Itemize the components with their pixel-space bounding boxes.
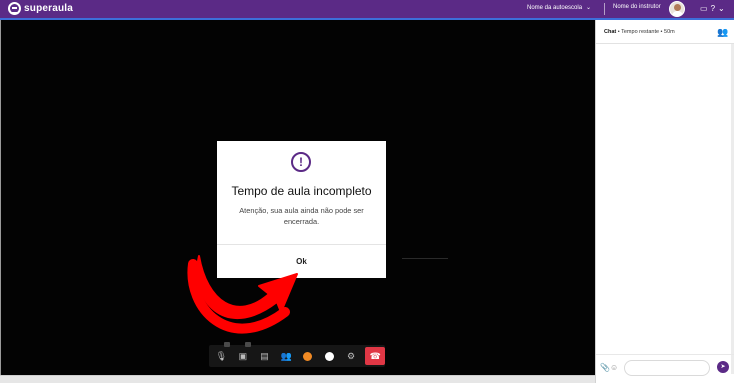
stage-divider xyxy=(402,258,448,259)
chat-footer: 📎 ☺ ➤ xyxy=(596,354,734,383)
settings-icon: ⚙ xyxy=(347,350,356,361)
chat-title-label: Chat xyxy=(604,29,617,35)
dialog-divider xyxy=(217,244,386,245)
attach-icon[interactable]: 📎 xyxy=(600,363,610,373)
record-icon xyxy=(324,351,334,361)
send-icon: ➤ xyxy=(720,364,726,370)
chevron-down-icon: ⌄ xyxy=(586,5,592,11)
top-icons: ▭ ? ⌄ xyxy=(700,3,725,15)
chat-time-remaining: • Tempo restante • 50m xyxy=(616,29,675,35)
topbar-divider xyxy=(604,3,605,15)
superaula-logo-icon xyxy=(8,2,21,15)
top-bar: superaula Nome da autoescola ⌄ Nome do i… xyxy=(0,0,734,20)
school-label: Nome da autoescola xyxy=(527,4,583,11)
annotation-arrow xyxy=(187,255,298,334)
dialog-message: Atenção, sua aula ainda não pode ser enc… xyxy=(239,206,364,226)
participants-icon[interactable]: 👥 xyxy=(717,27,729,37)
brand-name: superaula xyxy=(24,3,74,14)
chat-input[interactable] xyxy=(624,360,710,376)
settings-button[interactable]: ⚙ xyxy=(342,347,361,365)
brand-logo: superaula xyxy=(8,2,73,15)
chat-header: Chat • Tempo restante • 50m 👥 xyxy=(596,20,734,44)
chat-title: Chat • Tempo restante • 50m xyxy=(604,29,675,35)
screen-icon[interactable]: ▭ xyxy=(700,3,708,15)
dialog-title: Tempo de aula incompleto xyxy=(231,184,372,198)
chevron-down-icon[interactable]: ⌄ xyxy=(718,3,725,15)
hangup-icon: ☎ xyxy=(369,350,381,361)
left-edge xyxy=(0,20,1,383)
avatar[interactable] xyxy=(669,1,685,17)
school-selector[interactable]: Nome da autoescola ⌄ xyxy=(527,4,592,12)
bottom-strip xyxy=(0,375,595,383)
send-button[interactable]: ➤ xyxy=(717,361,729,373)
emoji-icon[interactable]: ☺ xyxy=(610,363,618,373)
instructor-name: Nome do instrutor xyxy=(613,4,661,10)
exclamation-icon: ! xyxy=(291,152,311,172)
help-icon[interactable]: ? xyxy=(711,3,715,15)
end-call-button[interactable]: ☎ xyxy=(365,347,385,365)
record-button[interactable] xyxy=(320,347,339,365)
app-root: superaula Nome da autoescola ⌄ Nome do i… xyxy=(0,0,734,383)
chat-panel: Chat • Tempo restante • 50m 👥 📎 ☺ ➤ xyxy=(595,20,734,383)
